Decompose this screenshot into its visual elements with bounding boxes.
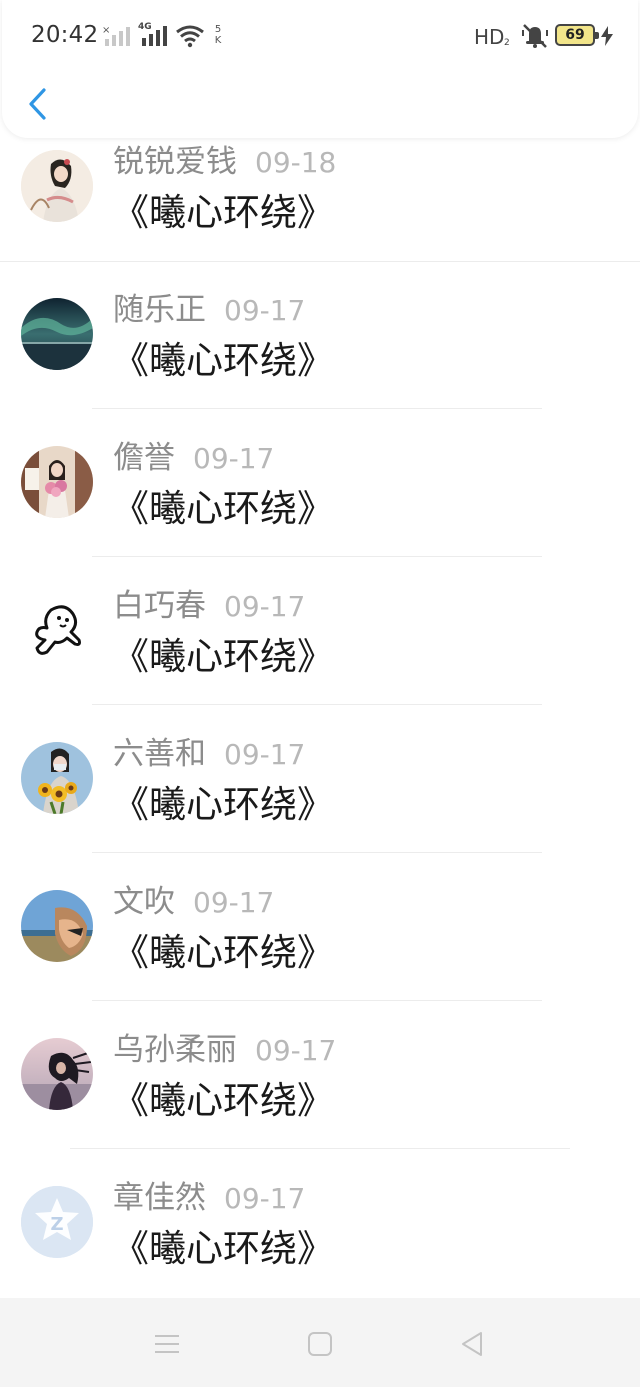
battery-icon: 69 (555, 24, 599, 46)
message-text: 《曦心环绕》 (112, 1079, 334, 1122)
name-line: 章佳然 09-17 (113, 1172, 305, 1216)
sender-name: 随乐正 (113, 292, 206, 328)
divider (92, 556, 542, 557)
svg-text:×: × (102, 25, 110, 36)
message-text: 《曦心环绕》 (112, 339, 334, 382)
sender-name: 乌孙柔丽 (113, 1032, 237, 1068)
signal-off-icon: × (102, 25, 130, 46)
message-date: 09-17 (255, 1034, 337, 1067)
avatar-cartoon-doodle[interactable] (21, 594, 93, 666)
svg-text:2: 2 (504, 38, 510, 46)
list-item[interactable]: 儋誉 09-17 《曦心环绕》 (0, 424, 640, 572)
message-text: 《曦心环绕》 (112, 931, 334, 974)
avatar-sunflowers[interactable] (21, 742, 93, 814)
sender-name: 文吹 (113, 884, 175, 920)
avatar-girl-flowers[interactable] (21, 446, 93, 518)
sender-name: 儋誉 (113, 440, 175, 476)
message-date: 09-17 (224, 738, 306, 771)
message-date: 09-17 (224, 590, 306, 623)
menu-button[interactable] (147, 1324, 187, 1364)
name-line: 文吹 09-17 (113, 876, 274, 920)
svg-text:Z: Z (50, 1214, 63, 1235)
avatar-ancient-costume[interactable] (21, 150, 93, 222)
avatar-default-star[interactable]: Z (21, 1186, 93, 1258)
message-text: 《曦心环绕》 (112, 191, 334, 234)
message-text: 《曦心环绕》 (112, 487, 334, 530)
charging-icon (601, 26, 613, 46)
chevron-left-icon (29, 88, 46, 120)
list-item[interactable]: 文吹 09-17 《曦心环绕》 (0, 868, 640, 1016)
divider (92, 704, 542, 705)
list-item[interactable]: 六善和 09-17 《曦心环绕》 (0, 720, 640, 868)
system-nav-bar (0, 1298, 640, 1387)
mute-icon (522, 24, 548, 48)
name-line: 乌孙柔丽 09-17 (113, 1024, 336, 1068)
name-line: 儋誉 09-17 (113, 432, 274, 476)
message-date: 09-17 (224, 1182, 306, 1215)
list-item[interactable]: 乌孙柔丽 09-17 《曦心环绕》 (0, 1016, 640, 1164)
message-text: 《曦心环绕》 (112, 1227, 334, 1270)
message-list: 锐锐爱钱 09-18 《曦心环绕》 随乐正 09-17 《曦心环绕》 儋誉 09… (0, 138, 640, 1298)
list-item[interactable]: Z 章佳然 09-17 《曦心环绕》 (0, 1164, 640, 1298)
signal-4g-icon: 4G (138, 22, 170, 48)
name-line: 白巧春 09-17 (113, 580, 305, 624)
divider (92, 408, 542, 409)
sender-name: 锐锐爱钱 (113, 144, 237, 180)
message-date: 09-18 (255, 146, 337, 179)
divider (70, 1148, 570, 1149)
battery-level: 69 (565, 27, 585, 43)
net-speed-value: 5 (214, 24, 222, 35)
header-card: 20:42 × 4G 5 K HD 2 69 (2, 0, 638, 138)
home-button[interactable] (300, 1324, 340, 1364)
name-line: 随乐正 09-17 (113, 284, 305, 328)
message-text: 《曦心环绕》 (112, 635, 334, 678)
sender-name: 六善和 (113, 736, 206, 772)
back-triangle-icon (462, 1332, 482, 1356)
net-speed: 5 K (211, 24, 225, 50)
status-time: 20:42 (31, 22, 99, 48)
list-item[interactable]: 锐锐爱钱 09-18 《曦心环绕》 (0, 138, 640, 280)
sender-name: 章佳然 (113, 1180, 206, 1216)
sender-name: 白巧春 (113, 588, 206, 624)
name-line: 六善和 09-17 (113, 728, 305, 772)
divider (0, 261, 640, 262)
home-square-icon (308, 1332, 332, 1356)
list-item[interactable]: 随乐正 09-17 《曦心环绕》 (0, 276, 640, 424)
net-speed-unit: K (214, 35, 222, 46)
status-bar: 20:42 × 4G 5 K HD 2 69 (2, 0, 638, 74)
avatar-windy-hair[interactable] (21, 1038, 93, 1110)
avatar-aurora[interactable] (21, 298, 93, 370)
message-text: 《曦心环绕》 (112, 783, 334, 826)
avatar-seaside-selfie[interactable] (21, 890, 93, 962)
hd-sub-icon: 2 (504, 38, 510, 46)
message-date: 09-17 (224, 294, 306, 327)
message-date: 09-17 (193, 886, 275, 919)
divider (92, 852, 542, 853)
wifi-icon (176, 25, 204, 48)
back-nav-button[interactable] (452, 1324, 492, 1364)
menu-icon (155, 1335, 179, 1353)
divider (92, 1000, 542, 1001)
back-button[interactable] (16, 82, 60, 126)
message-date: 09-17 (193, 442, 275, 475)
name-line: 锐锐爱钱 09-18 (113, 138, 336, 180)
screen: 20:42 × 4G 5 K HD 2 69 锐锐爱钱 09-18 《曦心环绕》… (0, 0, 640, 1387)
hd-label: HD (474, 25, 505, 49)
list-item[interactable]: 白巧春 09-17 《曦心环绕》 (0, 572, 640, 720)
